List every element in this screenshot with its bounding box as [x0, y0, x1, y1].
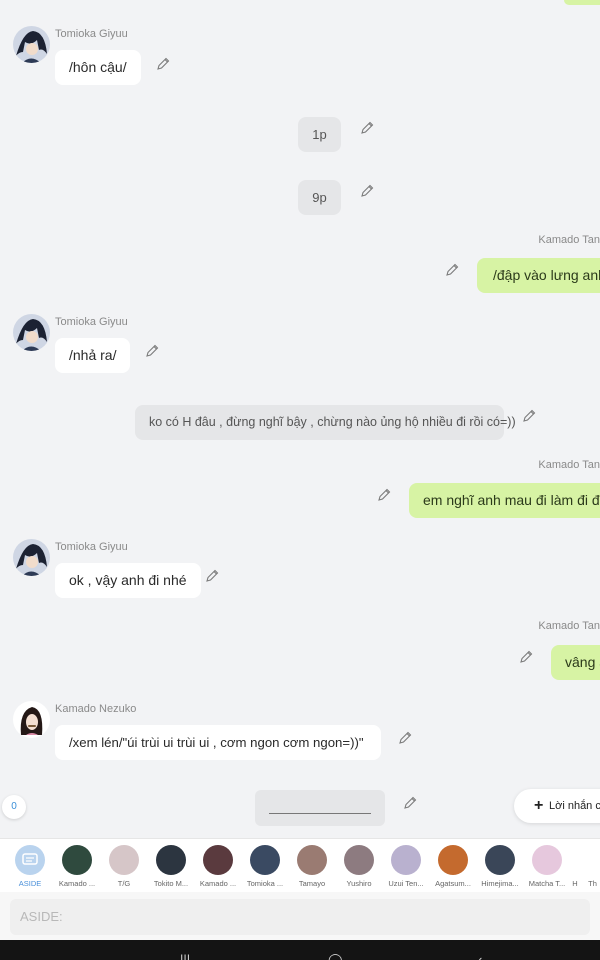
recent-apps-icon[interactable]: ||| [180, 952, 190, 960]
avatar-tomioka[interactable] [13, 314, 50, 351]
narration-bubble[interactable]: 1p [298, 117, 341, 152]
character-avatar [250, 845, 280, 875]
character-avatar [297, 845, 327, 875]
edit-pencil-icon[interactable] [521, 408, 537, 424]
edit-pencil-icon[interactable] [359, 183, 375, 199]
character-name: Tokito M... [153, 879, 189, 888]
message-bubble[interactable]: /hôn cậu/ [55, 50, 141, 85]
sender-name: Tomioka Giyuu [55, 541, 128, 553]
character-avatar [585, 845, 600, 875]
character-aside[interactable]: ASIDE [8, 843, 52, 889]
character-matcha[interactable]: Matcha T... [525, 843, 569, 889]
add-note-button[interactable]: + Lời nhắn củ [514, 789, 600, 823]
chat-area[interactable]: Tomioka Giyuu /hôn cậu/ 1p 9p Kamado Tan… [0, 0, 600, 838]
typing-underline [269, 813, 371, 814]
edit-pencil-icon[interactable] [144, 343, 160, 359]
sender-name: Kamado Tan [538, 234, 600, 246]
narration-bubble[interactable]: ko có H đâu , đừng nghĩ bậy , chừng nào … [135, 405, 516, 440]
sender-name: Kamado Nezuko [55, 703, 137, 715]
character-kamado-nezuko[interactable]: Kamado ... [196, 843, 240, 889]
character-uzui[interactable]: Uzui Ten... [384, 843, 428, 889]
message-input[interactable]: ASIDE: [10, 899, 590, 935]
character-add[interactable]: Th [585, 843, 600, 889]
character-name: Th [588, 879, 597, 888]
character-agatsuma[interactable]: Agatsum... [431, 843, 475, 889]
character-avatar [344, 845, 374, 875]
character-name: Kamado ... [58, 879, 96, 888]
character-tomioka[interactable]: Tomioka ... [243, 843, 287, 889]
avatar-nezuko[interactable] [13, 701, 50, 738]
character-name: H [572, 879, 578, 888]
character-avatar [203, 845, 233, 875]
previous-bubble-edge [564, 0, 600, 5]
edit-pencil-icon[interactable] [376, 487, 392, 503]
character-himejima[interactable]: Himejima... [478, 843, 522, 889]
sender-name: Tomioka Giyuu [55, 316, 128, 328]
character-name: ASIDE [18, 879, 42, 888]
character-name: Yushiro [346, 879, 372, 888]
message-bubble[interactable]: ok , vậy anh đi nhé [55, 563, 201, 598]
character-avatar [438, 845, 468, 875]
character-name: Tamayo [298, 879, 326, 888]
character-name: Agatsum... [435, 879, 471, 888]
character-tokito[interactable]: Tokito M... [149, 843, 193, 889]
message-bubble[interactable]: /xem lén/"úi trùi ui trùi ui , cơm ngon … [55, 725, 381, 760]
avatar-tomioka[interactable] [13, 539, 50, 576]
narration-bubble[interactable]: 9p [298, 180, 341, 215]
avatar-tomioka[interactable] [13, 26, 50, 63]
edit-pencil-icon[interactable] [359, 120, 375, 136]
character-bar[interactable]: ASIDE Kamado ... T/G Tokito M... Kamado … [0, 838, 600, 892]
character-avatar [109, 845, 139, 875]
edit-pencil-icon[interactable] [204, 568, 220, 584]
home-icon[interactable]: ◯ [328, 952, 343, 960]
character-avatar [565, 845, 585, 875]
plus-icon: + [534, 797, 544, 814]
system-nav-bar: ||| ◯ ‹ [0, 940, 600, 960]
edit-pencil-icon[interactable] [155, 56, 171, 72]
back-icon[interactable]: ‹ [478, 952, 482, 960]
message-bubble[interactable]: em nghĩ anh mau đi làm đi đấy [409, 483, 600, 518]
character-avatar [485, 845, 515, 875]
add-note-label: Lời nhắn củ [549, 800, 600, 812]
aside-chat-icon [15, 845, 45, 875]
character-name: T/G [117, 879, 131, 888]
sender-name: Tomioka Giyuu [55, 28, 128, 40]
unread-counter[interactable]: 0 [2, 795, 26, 819]
character-kamado-tanjiro[interactable]: Kamado ... [55, 843, 99, 889]
sender-name: Kamado Tan [538, 620, 600, 632]
character-name: Kamado ... [199, 879, 237, 888]
character-avatar [391, 845, 421, 875]
character-tg[interactable]: T/G [102, 843, 146, 889]
character-h[interactable]: H [565, 843, 585, 889]
edit-pencil-icon[interactable] [402, 795, 418, 811]
character-name: Uzui Ten... [388, 879, 424, 888]
typing-bubble[interactable] [255, 790, 385, 826]
character-yushiro[interactable]: Yushiro [337, 843, 381, 889]
message-bubble[interactable]: /đập vào lưng anh./ [477, 258, 600, 293]
message-bubble[interactable]: vâng a [551, 645, 600, 680]
edit-pencil-icon[interactable] [397, 730, 413, 746]
character-tamayo[interactable]: Tamayo [290, 843, 334, 889]
character-avatar [532, 845, 562, 875]
message-bubble[interactable]: /nhả ra/ [55, 338, 131, 373]
edit-pencil-icon[interactable] [444, 262, 460, 278]
character-name: Tomioka ... [246, 879, 284, 888]
character-name: Himejima... [481, 879, 519, 888]
character-avatar [62, 845, 92, 875]
character-avatar [156, 845, 186, 875]
sender-name: Kamado Tan [538, 459, 600, 471]
character-name: Matcha T... [528, 879, 566, 888]
composer: ASIDE: [0, 892, 600, 940]
edit-pencil-icon[interactable] [518, 649, 534, 665]
